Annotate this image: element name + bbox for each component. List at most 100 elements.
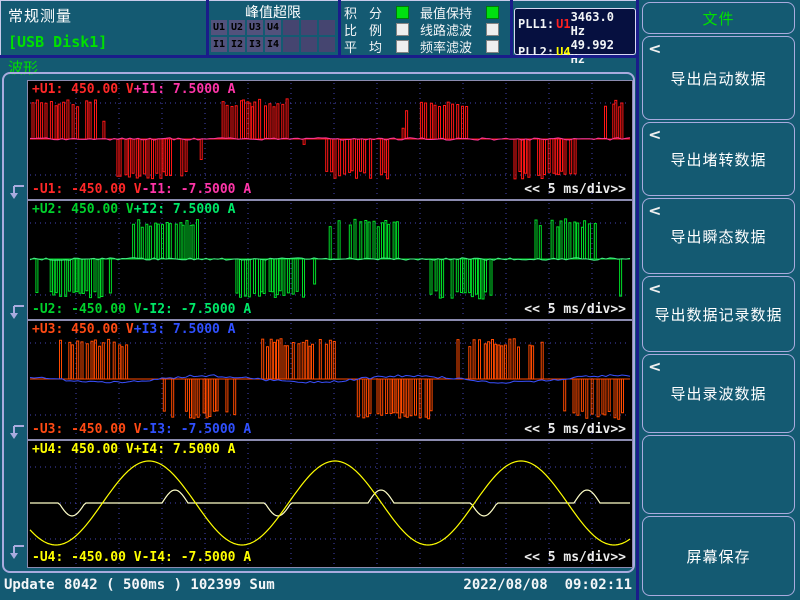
peak-over-limit-grid: U1U2U3U4 I1I2I3I4 xyxy=(211,20,335,52)
channel-current-range-label: +I1: 7.5000 A xyxy=(134,82,236,97)
channel-bottom-labels: -U3: -450.00 V-I3: -7.5000 A xyxy=(32,422,251,437)
toggle-label: 频率滤波 xyxy=(420,37,472,56)
toggle-integration[interactable]: 积分 xyxy=(344,4,409,20)
waveform-plot xyxy=(28,441,632,567)
sidebar-empty-slot xyxy=(642,435,795,514)
pll-source: U1 xyxy=(556,17,570,31)
channel-voltage-range-label: -U2: -450.00 V xyxy=(32,302,142,317)
checkbox-average-off[interactable] xyxy=(396,40,409,53)
trigger-marker-icon xyxy=(10,424,26,440)
peak-cell-empty xyxy=(301,20,317,35)
toggle-column-right: 最值保持线路滤波频率滤波 xyxy=(420,4,499,54)
channel-current-range-label: -I2: -7.5000 A xyxy=(142,302,252,317)
pll-value: 3463.0 Hz xyxy=(571,10,632,38)
channel-voltage-range-label: -U3: -450.00 V xyxy=(32,422,142,437)
peak-cell-u2: U2 xyxy=(229,20,245,35)
divider xyxy=(338,0,341,56)
trigger-marker-icon xyxy=(10,304,26,320)
sidebar-button-label: 导出启动数据 xyxy=(670,68,766,89)
update-value: 8042 ( 500ms ) 102399 Sum xyxy=(64,577,275,593)
toggle-label: 平均 xyxy=(344,37,394,56)
usb-status: [USB Disk1] xyxy=(8,33,107,51)
pll-row-2: PLL2:U449.992 Hz xyxy=(518,38,632,66)
export-locked-rotor-data[interactable]: < 导出堵转数据 xyxy=(642,122,795,196)
channel-current-range-label: -I4: -7.5000 A xyxy=(142,550,252,565)
channel-current-range-label: -I1: -7.5000 A xyxy=(142,182,252,197)
waveform-channel-3: +U3: 450.00 V+I3: 7.5000 A -U3: -450.00 V… xyxy=(27,320,633,440)
toggle-average[interactable]: 平均 xyxy=(344,38,409,54)
checkbox-integration-on[interactable] xyxy=(396,6,409,19)
toggle-ratio[interactable]: 比例 xyxy=(344,21,409,37)
peak-cell-u4: U4 xyxy=(265,20,281,35)
channel-current-range-label: +I4: 7.5000 A xyxy=(134,442,236,457)
peak-row: U1U2U3U4 xyxy=(211,20,335,35)
screen: 常规测量 [USB Disk1] 峰值超限 U1U2U3U4I1I2I3I4 积… xyxy=(0,0,800,600)
sidebar-button-label: 导出数据记录数据 xyxy=(654,304,782,325)
back-arrow-icon: < xyxy=(649,125,661,144)
channel-voltage-range-label: -U1: -450.00 V xyxy=(32,182,142,197)
update-label: Update xyxy=(4,577,55,593)
time-per-div-label: << 5 ms/div>> xyxy=(524,302,626,317)
page-title: 常规测量 xyxy=(8,5,72,26)
toggle-max-hold[interactable]: 最值保持 xyxy=(420,4,499,20)
peak-cell-i2: I2 xyxy=(229,37,245,52)
channel-voltage-range-label: -U4: -450.00 V xyxy=(32,550,142,565)
peak-cell-empty xyxy=(283,37,299,52)
sidebar-button-label: 导出瞬态数据 xyxy=(670,226,766,247)
sidebar-button-label: 导出录波数据 xyxy=(670,383,766,404)
screen-save-button[interactable]: 屏幕保存 xyxy=(642,516,795,596)
toggle-freq-filter[interactable]: 频率滤波 xyxy=(420,38,499,54)
pll-row-1: PLL1:U13463.0 Hz xyxy=(518,10,632,38)
time-per-div-label: << 5 ms/div>> xyxy=(524,422,626,437)
back-arrow-icon: < xyxy=(649,279,661,298)
datetime: 2022/08/08 09:02:11 xyxy=(463,577,632,593)
back-arrow-icon: < xyxy=(649,39,661,58)
pll-name: PLL1: xyxy=(518,17,554,31)
pll-panel: PLL1:U13463.0 HzPLL2:U449.992 Hz xyxy=(514,8,636,55)
peak-cell-empty xyxy=(283,20,299,35)
peak-cell-i3: I3 xyxy=(247,37,263,52)
channel-current-range-label: +I3: 7.5000 A xyxy=(134,322,236,337)
trigger-marker-icon xyxy=(10,544,26,560)
checkbox-ratio-off[interactable] xyxy=(396,23,409,36)
channel-top-labels: +U2: 450.00 V+I2: 7.5000 A xyxy=(32,202,236,217)
export-transient-data[interactable]: < 导出瞬态数据 xyxy=(642,198,795,274)
toggle-column-left: 积分比例平均 xyxy=(344,4,409,54)
toggle-line-filter[interactable]: 线路滤波 xyxy=(420,21,499,37)
back-arrow-icon: < xyxy=(649,201,661,220)
back-arrow-icon: < xyxy=(649,357,661,376)
peak-cell-u1: U1 xyxy=(211,20,227,35)
peak-cell-i4: I4 xyxy=(265,37,281,52)
channel-voltage-range-label: +U1: 450.00 V xyxy=(32,82,134,97)
peak-cell-u3: U3 xyxy=(247,20,263,35)
sidebar-button-label: 屏幕保存 xyxy=(686,546,750,567)
channel-bottom-labels: -U2: -450.00 V-I2: -7.5000 A xyxy=(32,302,251,317)
time-per-div-label: << 5 ms/div>> xyxy=(524,550,626,565)
waveform-channel-2: +U2: 450.00 V+I2: 7.5000 A -U2: -450.00 V… xyxy=(27,200,633,320)
divider xyxy=(0,55,639,58)
divider xyxy=(206,0,209,56)
pll-value: 49.992 Hz xyxy=(571,38,632,66)
checkbox-line-filter-off[interactable] xyxy=(486,23,499,36)
frame-line xyxy=(0,0,636,1)
sidebar-button-label: 导出堵转数据 xyxy=(670,149,766,170)
peak-row: I1I2I3I4 xyxy=(211,37,335,52)
export-startup-data[interactable]: < 导出启动数据 xyxy=(642,36,795,120)
export-data-record-data[interactable]: < 导出数据记录数据 xyxy=(642,276,795,352)
divider xyxy=(510,0,513,56)
channel-bottom-labels: -U1: -450.00 V-I1: -7.5000 A xyxy=(32,182,251,197)
peak-cell-i1: I1 xyxy=(211,37,227,52)
channel-bottom-labels: -U4: -450.00 V-I4: -7.5000 A xyxy=(32,550,251,565)
export-waveform-record-data[interactable]: < 导出录波数据 xyxy=(642,354,795,433)
peak-over-limit-title: 峰值超限 xyxy=(209,2,337,22)
checkbox-max-hold-on[interactable] xyxy=(486,6,499,19)
waveform-channel-1: +U1: 450.00 V+I1: 7.5000 A -U1: -450.00 V… xyxy=(27,80,633,200)
checkbox-freq-filter-off[interactable] xyxy=(486,40,499,53)
frame-line xyxy=(0,0,1,56)
peak-cell-empty xyxy=(319,20,335,35)
sidebar-title: 文件 xyxy=(702,8,734,29)
channel-top-labels: +U3: 450.00 V+I3: 7.5000 A xyxy=(32,322,236,337)
channel-voltage-range-label: +U3: 450.00 V xyxy=(32,322,134,337)
channel-current-range-label: +I2: 7.5000 A xyxy=(134,202,236,217)
channel-voltage-range-label: +U4: 450.00 V xyxy=(32,442,134,457)
